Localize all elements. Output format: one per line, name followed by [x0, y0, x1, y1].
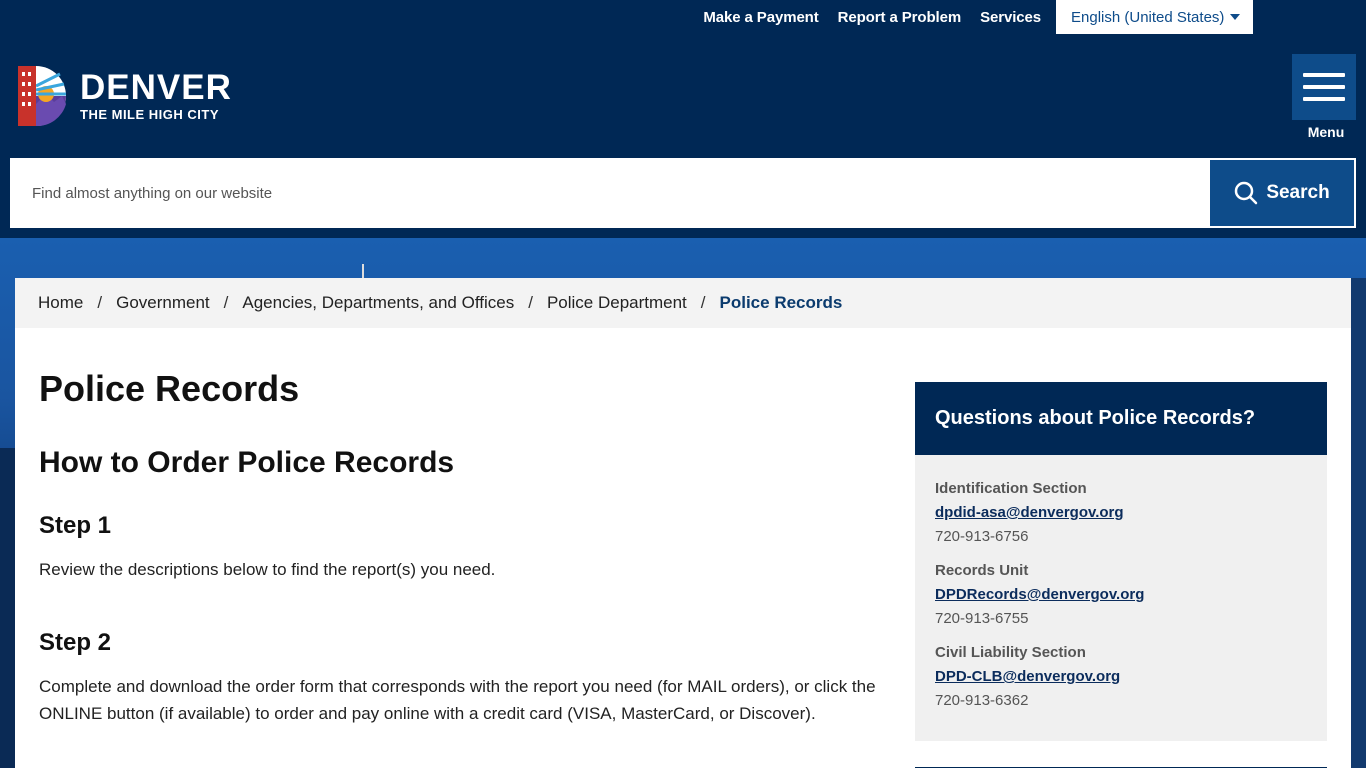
step-2-text: Complete and download the order form tha… [39, 677, 876, 723]
language-label: English (United States) [1071, 8, 1225, 26]
step-2-title: Step 2 [39, 629, 112, 656]
search-icon [1235, 181, 1258, 205]
spire-shape [362, 264, 364, 278]
services-link[interactable]: Services [980, 9, 1041, 26]
step-1-text: Review the descriptions below to find th… [39, 560, 496, 579]
search-button[interactable]: Search [1208, 158, 1356, 228]
building-shape [1351, 278, 1366, 768]
language-select[interactable]: English (United States) [1056, 0, 1253, 34]
caret-down-icon [1230, 14, 1241, 20]
page-title: Police Records [39, 368, 300, 409]
breadcrumb: Home / Government / Agencies, Department… [15, 278, 1351, 328]
logo-title: DENVER [80, 67, 232, 107]
denver-logo-icon [18, 66, 66, 127]
contact-label: Civil Liability Section [935, 644, 1086, 661]
contact-phone: 720-913-6756 [935, 528, 1029, 545]
contact-item: Identification Section dpdid-asa@denverg… [935, 477, 1307, 549]
logo-text: DENVER THE MILE HIGH CITY [80, 67, 232, 122]
utility-nav: Make a Payment Report a Problem Services… [703, 0, 1253, 34]
make-payment-link[interactable]: Make a Payment [703, 9, 818, 26]
search-bar: Search [10, 158, 1356, 228]
contact-label: Identification Section [935, 480, 1087, 497]
contact-item: Records Unit DPDRecords@denvergov.org 72… [935, 559, 1307, 631]
sidebar-body: Identification Section dpdid-asa@denverg… [915, 455, 1327, 741]
breadcrumb-current: Police Records [719, 293, 843, 312]
breadcrumb-government[interactable]: Government [116, 293, 210, 313]
contact-sidebar: Questions about Police Records? Identifi… [915, 382, 1327, 768]
contact-email-link[interactable]: DPD-CLB@denvergov.org [935, 665, 1307, 689]
breadcrumb-home[interactable]: Home [38, 293, 83, 313]
hamburger-icon-line [1303, 97, 1345, 101]
site-header: Make a Payment Report a Problem Services… [0, 0, 1366, 238]
breadcrumb-agencies[interactable]: Agencies, Departments, and Offices [242, 293, 514, 313]
hamburger-icon-line [1303, 85, 1345, 89]
logo-subtitle: THE MILE HIGH CITY [80, 106, 219, 122]
content-card: Home / Government / Agencies, Department… [15, 278, 1351, 768]
search-input[interactable] [10, 158, 1208, 228]
main-content: Police Records How to Order Police Recor… [39, 368, 899, 727]
hamburger-icon [1303, 73, 1345, 77]
menu-label[interactable]: Menu [1292, 124, 1360, 140]
contact-email-link[interactable]: dpdid-asa@denvergov.org [935, 501, 1307, 525]
breadcrumb-separator: / [97, 293, 103, 312]
report-problem-link[interactable]: Report a Problem [838, 9, 962, 26]
contact-phone: 720-913-6362 [935, 692, 1029, 709]
search-button-label: Search [1266, 182, 1330, 203]
contact-email-link[interactable]: DPDRecords@denvergov.org [935, 583, 1307, 607]
breadcrumb-separator: / [528, 293, 533, 312]
section-heading: How to Order Police Records [39, 446, 455, 479]
breadcrumb-separator: / [223, 293, 229, 312]
breadcrumb-police-department[interactable]: Police Department [547, 293, 687, 313]
menu-button[interactable] [1292, 54, 1356, 120]
step-1-title: Step 1 [39, 512, 112, 539]
contact-label: Records Unit [935, 562, 1029, 579]
denver-logo[interactable]: DENVER THE MILE HIGH CITY [16, 64, 232, 128]
building-shape [0, 448, 15, 768]
contact-item: Civil Liability Section DPD-CLB@denvergo… [935, 641, 1307, 713]
contact-phone: 720-913-6755 [935, 610, 1029, 627]
sidebar-title: Questions about Police Records? [915, 382, 1327, 455]
breadcrumb-separator: / [700, 293, 706, 312]
